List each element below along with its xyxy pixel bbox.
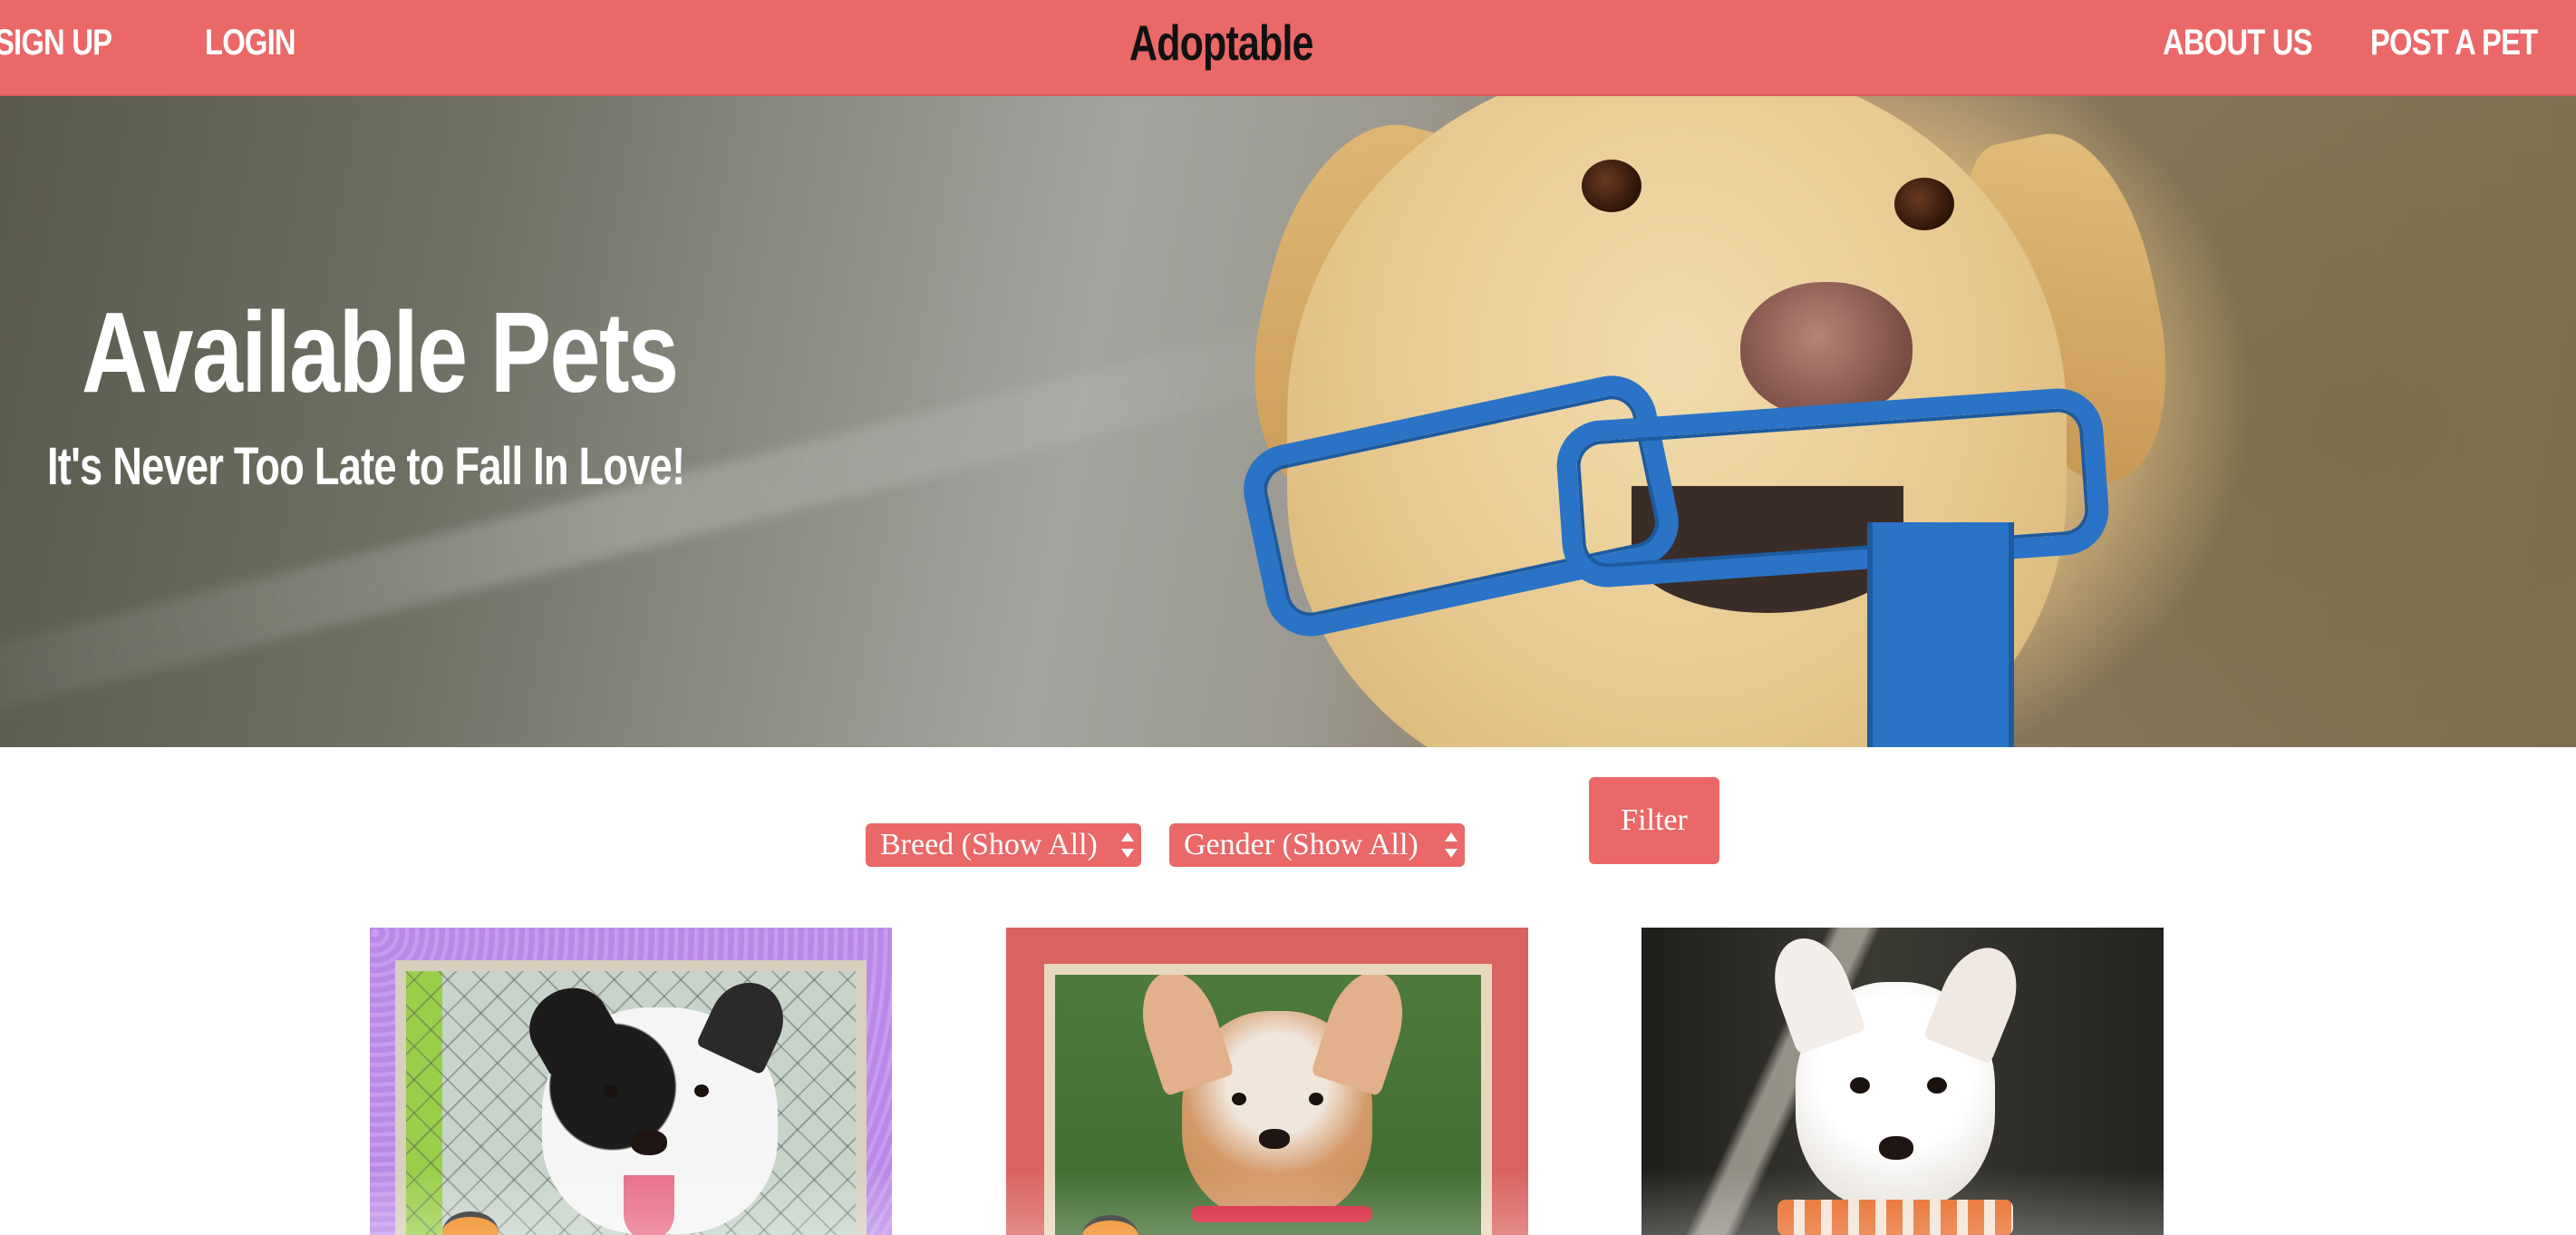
hero-banner: Available Pets It's Never Too Late to Fa…: [0, 96, 2576, 747]
login-link[interactable]: LOGIN: [205, 0, 296, 85]
pet-photo: [1641, 928, 2164, 1235]
hero-subtitle: It's Never Too Late to Fall In Love!: [47, 437, 685, 496]
pet-card[interactable]: [370, 928, 892, 1235]
dog-bandana: [1777, 1200, 2013, 1235]
dog-nose: [631, 1130, 667, 1155]
pumpkin-icon: [1082, 1215, 1138, 1235]
dog-ear: [1760, 928, 1867, 1055]
dog-eye: [1850, 1077, 1870, 1094]
dog-ear: [1128, 975, 1235, 1097]
gender-select-value: Gender (Show All): [1184, 828, 1419, 861]
dog-nose: [1740, 282, 1913, 418]
dog-eye: [1232, 1093, 1246, 1105]
about-us-link[interactable]: ABOUT US: [2163, 0, 2313, 85]
dog-nose: [1879, 1136, 1913, 1160]
dog-eye-right: [1894, 178, 1954, 230]
breed-select[interactable]: Breed (Show All): [866, 823, 1141, 867]
filter-button[interactable]: Filter: [1589, 777, 1719, 864]
dog-eye: [604, 1084, 618, 1097]
dog-eye-left: [1582, 160, 1641, 212]
brand-logo[interactable]: Adoptable: [1129, 0, 1313, 85]
dog-eye: [1309, 1093, 1323, 1105]
post-a-pet-link[interactable]: POST A PET: [2370, 0, 2538, 85]
dog-eye: [694, 1084, 709, 1097]
top-navbar: SIGN UP LOGIN Adoptable ABOUT US POST A …: [0, 0, 2576, 96]
select-arrows-icon: [1121, 832, 1134, 858]
leash-strap: [1867, 522, 2014, 747]
dog-eye: [1927, 1077, 1947, 1094]
dog-collar: [1191, 1206, 1372, 1222]
pet-card[interactable]: [1641, 928, 2164, 1235]
pet-card[interactable]: [1006, 928, 1528, 1235]
pet-photo: [1044, 964, 1492, 1235]
breed-select-value: Breed (Show All): [880, 828, 1098, 861]
gender-select[interactable]: Gender (Show All): [1169, 823, 1465, 867]
pet-photo: [395, 960, 867, 1235]
dog-nose: [1259, 1129, 1290, 1149]
hero-title: Available Pets: [82, 288, 679, 416]
select-arrows-icon: [1445, 832, 1457, 858]
dog-tongue: [624, 1175, 674, 1235]
signup-link[interactable]: SIGN UP: [0, 0, 112, 85]
dog-ear: [1310, 975, 1417, 1097]
